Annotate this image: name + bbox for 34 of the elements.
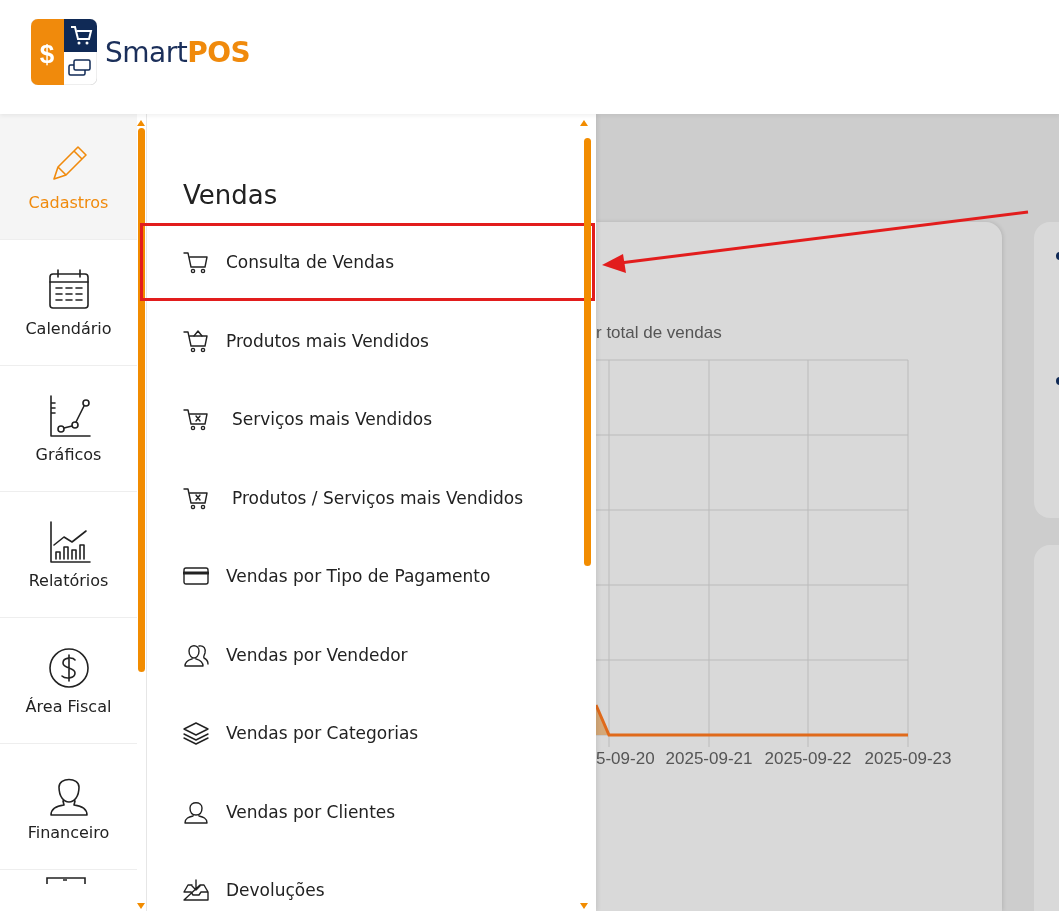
layers-icon — [183, 721, 209, 746]
cart-icon — [183, 328, 209, 353]
cart-icon — [183, 485, 209, 510]
menu-item[interactable]: Consulta de Vendas — [147, 223, 596, 302]
cart-icon — [183, 250, 209, 275]
chart-title: r total de vendas — [596, 323, 723, 343]
menu-item[interactable]: Vendas por Tipo de Pagamento — [147, 537, 596, 616]
axis-label: 2025-09-21 — [664, 749, 754, 769]
menu-item[interactable]: Produtos / Serviços mais Vendidos — [147, 458, 596, 537]
menu-title: Vendas — [183, 180, 278, 210]
scroll-down-arrow[interactable] — [580, 903, 588, 909]
menu-item[interactable]: Vendas por Categorias — [147, 694, 596, 773]
inbox-icon — [183, 878, 209, 903]
menu-item[interactable]: Vendas por Clientes — [147, 772, 596, 851]
scroll-up-arrow[interactable] — [580, 120, 588, 126]
axis-label: 5-09-20 — [596, 749, 655, 769]
axis-label: 2025-09-23 — [863, 749, 953, 769]
cart-icon — [183, 407, 209, 432]
menu-item[interactable]: Vendas por Vendedor — [147, 615, 596, 694]
user-icon — [183, 799, 209, 824]
brand-name: SmartPOS — [105, 35, 251, 69]
sidebar-item[interactable]: Calendário — [0, 240, 137, 366]
sidebar-item[interactable]: Área Fiscal — [0, 618, 137, 744]
axis-label: 2025-09-22 — [763, 749, 853, 769]
menu-item[interactable]: Produtos mais Vendidos — [147, 301, 596, 380]
menu-item[interactable]: Serviços mais Vendidos — [147, 380, 596, 459]
scrollbar-thumb[interactable] — [584, 138, 591, 566]
menu-item[interactable]: Devoluções — [147, 851, 596, 911]
sidebar-item[interactable]: Relatórios — [0, 492, 137, 618]
sidebar-item[interactable]: Financeiro — [0, 744, 137, 870]
users-icon — [183, 642, 209, 667]
scrollbar-thumb[interactable] — [138, 128, 145, 672]
sidebar-item[interactable]: Gráficos — [0, 366, 137, 492]
logo-icon: $ — [31, 19, 97, 85]
